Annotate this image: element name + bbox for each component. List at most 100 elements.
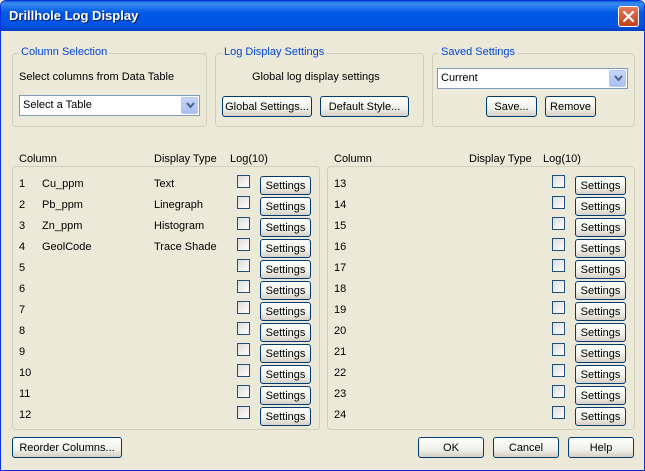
saved-settings-value: Current [441, 72, 478, 84]
table-select-dropdown-button[interactable] [181, 97, 198, 114]
settings-button[interactable]: Settings [260, 365, 311, 384]
log10-checkbox[interactable] [552, 280, 565, 293]
log10-checkbox[interactable] [552, 364, 565, 377]
row-number: 22 [334, 367, 347, 379]
table-select[interactable]: Select a Table [19, 95, 200, 116]
right-header-log10: Log(10) [543, 153, 581, 165]
saved-settings-dropdown-button[interactable] [609, 70, 626, 87]
log-display-settings-label: Global log display settings [252, 71, 380, 83]
row-display-type: Linegraph [154, 199, 203, 211]
remove-button[interactable]: Remove [545, 96, 596, 117]
log10-checkbox[interactable] [237, 175, 250, 188]
settings-button[interactable]: Settings [260, 386, 311, 405]
settings-button[interactable]: Settings [260, 407, 311, 426]
chevron-down-icon [186, 102, 195, 109]
saved-settings-select[interactable]: Current [437, 68, 628, 89]
settings-button[interactable]: Settings [575, 407, 626, 426]
reorder-columns-button[interactable]: Reorder Columns... [12, 437, 122, 458]
default-style-button[interactable]: Default Style... [320, 96, 409, 117]
log10-checkbox[interactable] [237, 238, 250, 251]
log10-checkbox[interactable] [552, 259, 565, 272]
table-row: 2 Pb_ppm Linegraph Settings [13, 196, 319, 217]
settings-button[interactable]: Settings [260, 344, 311, 363]
global-settings-button[interactable]: Global Settings... [222, 96, 312, 117]
row-column-name: GeolCode [42, 241, 92, 253]
settings-button[interactable]: Settings [575, 239, 626, 258]
cancel-button[interactable]: Cancel [493, 437, 559, 458]
log10-checkbox[interactable] [237, 322, 250, 335]
left-header-display-type: Display Type [154, 153, 217, 165]
saved-settings-title: Saved Settings [439, 46, 517, 58]
settings-button[interactable]: Settings [575, 260, 626, 279]
help-button[interactable]: Help [568, 437, 634, 458]
settings-button[interactable]: Settings [575, 176, 626, 195]
settings-button[interactable]: Settings [575, 344, 626, 363]
settings-button[interactable]: Settings [575, 323, 626, 342]
log10-checkbox[interactable] [552, 301, 565, 314]
log10-checkbox[interactable] [552, 175, 565, 188]
left-columns-panel: 1 Cu_ppm Text Settings 2 Pb_ppm Linegraph Setti… [12, 166, 320, 430]
column-selection-label: Select columns from Data Table [19, 71, 175, 83]
table-row: 6 Settings [13, 280, 319, 301]
settings-button[interactable]: Settings [260, 218, 311, 237]
log10-checkbox[interactable] [552, 322, 565, 335]
ok-button[interactable]: OK [418, 437, 484, 458]
dialog-window: Drillhole Log Display Column Selection S… [0, 0, 645, 471]
settings-button[interactable]: Settings [575, 302, 626, 321]
row-number: 15 [334, 220, 347, 232]
table-row: 18 Settings [328, 280, 634, 301]
row-number: 9 [19, 346, 26, 358]
row-number: 6 [19, 283, 26, 295]
settings-button[interactable]: Settings [575, 197, 626, 216]
row-display-type: Text [154, 178, 175, 190]
row-column-name: Pb_ppm [42, 199, 83, 211]
row-number: 23 [334, 388, 347, 400]
close-button[interactable] [618, 6, 639, 27]
table-row: 7 Settings [13, 301, 319, 322]
row-number: 11 [19, 388, 31, 400]
log10-checkbox[interactable] [552, 238, 565, 251]
title-bar[interactable]: Drillhole Log Display [1, 1, 644, 31]
log10-checkbox[interactable] [237, 364, 250, 377]
left-header-column: Column [19, 153, 57, 165]
log10-checkbox[interactable] [552, 343, 565, 356]
settings-button[interactable]: Settings [575, 365, 626, 384]
settings-button[interactable]: Settings [575, 218, 626, 237]
log10-checkbox[interactable] [552, 385, 565, 398]
settings-button[interactable]: Settings [260, 239, 311, 258]
row-column-name: Cu_ppm [42, 178, 84, 190]
log10-checkbox[interactable] [237, 343, 250, 356]
log10-checkbox[interactable] [237, 301, 250, 314]
settings-button[interactable]: Settings [260, 323, 311, 342]
log10-checkbox[interactable] [552, 406, 565, 419]
right-header-column: Column [334, 153, 372, 165]
row-number: 10 [19, 367, 32, 379]
settings-button[interactable]: Settings [260, 176, 311, 195]
table-row: 15 Settings [328, 217, 634, 238]
log10-checkbox[interactable] [552, 217, 565, 230]
settings-button[interactable]: Settings [260, 197, 311, 216]
table-row: 16 Settings [328, 238, 634, 259]
settings-button[interactable]: Settings [260, 260, 311, 279]
table-row: 4 GeolCode Trace Shade Settings [13, 238, 319, 259]
log10-checkbox[interactable] [237, 406, 250, 419]
log10-checkbox[interactable] [237, 385, 250, 398]
row-number: 21 [334, 346, 347, 358]
settings-button[interactable]: Settings [575, 281, 626, 300]
row-number: 1 [19, 178, 26, 190]
log10-checkbox[interactable] [237, 280, 250, 293]
right-columns-panel: 13 Settings 14 Settings 15 Settings 16 Settings… [327, 166, 635, 430]
log10-checkbox[interactable] [237, 217, 250, 230]
log10-checkbox[interactable] [237, 259, 250, 272]
settings-button[interactable]: Settings [575, 386, 626, 405]
log10-checkbox[interactable] [552, 196, 565, 209]
row-number: 7 [19, 304, 26, 316]
table-row: 8 Settings [13, 322, 319, 343]
log10-checkbox[interactable] [237, 196, 250, 209]
settings-button[interactable]: Settings [260, 302, 311, 321]
settings-button[interactable]: Settings [260, 281, 311, 300]
table-row: 19 Settings [328, 301, 634, 322]
table-row: 20 Settings [328, 322, 634, 343]
save-button[interactable]: Save... [486, 96, 537, 117]
row-number: 8 [19, 325, 26, 337]
